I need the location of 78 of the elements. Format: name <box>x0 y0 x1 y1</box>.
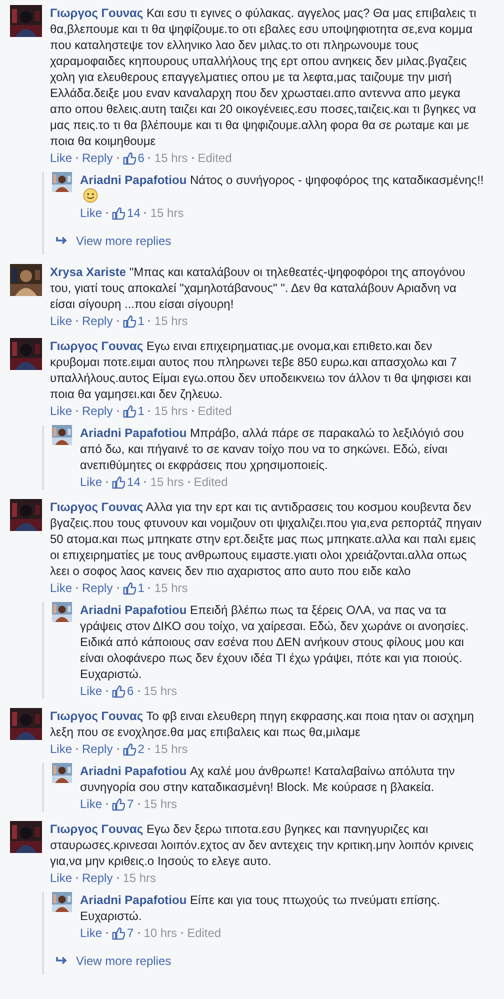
like-link[interactable]: Like <box>50 580 72 596</box>
like-link[interactable]: Like <box>50 403 72 419</box>
view-more-replies-link[interactable]: View more replies <box>52 947 172 975</box>
reply-link[interactable]: Reply <box>82 580 113 596</box>
author-name[interactable]: Ariadni Papafotiou <box>80 764 187 778</box>
reply-link[interactable]: Reply <box>82 150 113 166</box>
view-more-replies-link[interactable]: View more replies <box>52 227 172 255</box>
like-link[interactable]: Like <box>50 870 72 886</box>
like-link[interactable]: Like <box>50 741 72 757</box>
comment-text: Γιωργος Γουνας Το φβ ειναι ελευθερη πηγη εκφρασης.και ποια ηταν οι ασχημη λεξη που σε ενοχλησε.θα μας επιβαλεις και πως θα,μιλαμε <box>50 708 475 740</box>
author-name[interactable]: Xrysa Xariste <box>50 265 126 279</box>
like-link[interactable]: Like <box>80 796 102 812</box>
author-name[interactable]: Γιωργος Γουνας <box>50 709 144 723</box>
reply-link[interactable]: Reply <box>82 741 113 757</box>
like-count: 7 <box>127 925 134 941</box>
timestamp: 15 hrs <box>122 870 156 886</box>
comment-text: Γιωργος Γουνας Εγω ειναι επιχειρηματιας.με ονομα,και επιθετο.και δεν κρυβομαι ποτε.ειμαι αυτος που πληρωνει τεβε 850 ευρω.και απασχολω και 7 υπαλλήλους.αυτος Είμαι εγω.οπου δεν υποδεικνειω τον άλλον τι θα ψηφισει και ποια θα γαμησει.και δεν ζηλευω. <box>50 338 472 402</box>
like-count: 1 <box>138 313 144 329</box>
like-link[interactable]: Like <box>50 150 72 166</box>
like-count: 14 <box>127 474 140 490</box>
author-name[interactable]: Ariadni Papafotiou <box>80 173 187 187</box>
like-count: 1 <box>138 580 144 596</box>
thumbs-up-icon <box>112 926 126 940</box>
reply-arrow-icon <box>56 956 68 966</box>
like-count: 6 <box>127 683 134 699</box>
timestamp: 15 hrs <box>150 205 184 221</box>
thumbs-up-icon <box>112 476 126 488</box>
author-name[interactable]: Γιωργος Γουνας <box>50 339 144 353</box>
comment-text: Ariadni Papafotiou Νάτος ο συνήγορος - ψηφοφόρος της καταδικασμένης!! <box>80 172 484 204</box>
timestamp: 15 hrs <box>154 741 188 757</box>
timestamp: 15 hrs <box>154 150 188 166</box>
comment-text: Γιωργος Γουνας Και εσυ τι εγινες ο φύλακας. αγγελος μας? Θα μας επιβαλεις τι θα,βλεπουμε και τι θα ψηφίζουμε.το οτι εβαλες εσυ υποψηφιοτητα σε,ενα κομμα που καταληστεψε τον ελληνικο λαο δεν μιλας.το οτι πληρωνουμε τους χαραμοφαιδες κηπουρους υπαλλήλους της ερτ οπου ανηκεις δεν μιλας.βγαζεις χολη για ελευθερους επαγγελματιες οπου με τα λεφτα,μας ταιζουμε την μισή Ελλάδα.δειξε μου εναν καναλαρχη που δεν χρωσταει.απο αντεννα απο μεγκα απο οπου θελεις.αυτη ταιζει και 20 οικογένειες.εσυ ποσες,ταιζεις.και τι βγηκες να μας πεις.το τι θα βλέπουμε και τι θα ψηφιζουμε.αλλη φορα θα σε ρωταμε και με ποια θα κοιμηθουμε <box>50 5 478 149</box>
author-name[interactable]: Γιωργος Γουνας <box>50 822 144 836</box>
like-link[interactable]: Like <box>80 683 102 699</box>
timestamp: 15 hrs <box>154 580 188 596</box>
thumbs-up-icon <box>122 582 136 594</box>
thumbs-up-icon <box>112 798 126 810</box>
timestamp: 10 hrs <box>144 925 178 941</box>
timestamp: 15 hrs <box>150 474 184 490</box>
like-link[interactable]: Like <box>80 205 102 221</box>
timestamp: 15 hrs <box>144 796 178 812</box>
author-name[interactable]: Ariadni Papafotiou <box>80 426 187 440</box>
author-name[interactable]: Ariadni Papafotiou <box>80 603 187 617</box>
author-name[interactable]: Ariadni Papafotiou <box>80 893 187 907</box>
thumbs-up-icon <box>112 684 126 698</box>
thumbs-up-icon <box>122 404 136 418</box>
comment-text: Ariadni Papafotiou Είπε και για τους πτωχούς τω πνεύματι επίσης. Ευχαριστώ. <box>80 892 442 924</box>
timestamp: 15 hrs <box>154 313 188 329</box>
thumbs-up-icon <box>112 206 126 220</box>
thumbs-up-icon <box>122 152 136 164</box>
like-link[interactable]: Like <box>80 925 102 941</box>
reply-link[interactable]: Reply <box>82 403 113 419</box>
thumbs-up-icon <box>122 742 136 756</box>
reply-arrow-icon <box>56 236 68 246</box>
comment-text: Xrysa Xariste "Μπας και καταλάβουν οι τηλεθεατές-ψηφοφόροι της απογόνου του, γιατί τους αποκαλεί "χαμηλοτάβανους" ". Δεν θα καταλάβουν Αριαδνη να είσαι σίγουρη ...που είσαι σίγουρη! <box>50 264 466 312</box>
like-count: 2 <box>138 741 144 757</box>
comment-text: Γιωργος Γουνας Εγω δεν ξερω τιποτα.εσυ βγηκες και πανηγυριζες και σταυρωσες.κρινεσαι λοιπόν.εχτος αν δεν αντεχεις την κριτικη.μην λοιπόν κρινεις για,να μην κριθεις.ο Ιησούς το ελεγε αυτο. <box>50 821 475 869</box>
comment-text: Ariadni Papafotiou Μπράβο, αλλά πάρε σε παρακαλώ το λεξιλόγιό σου από δω, και πήγαινέ το σε καναν τοίχο που να το σηκώνει. Εδώ, είναι ανεπιθύμητες οι εκφράσεις που χρησιμοποιείς. <box>80 425 465 473</box>
like-link[interactable]: Like <box>80 474 102 490</box>
author-name[interactable]: Γιωργος Γουνας <box>50 500 144 514</box>
reply-link[interactable]: Reply <box>82 870 113 886</box>
like-count: 6 <box>138 150 144 166</box>
thumbs-up-icon <box>122 314 136 328</box>
edited-label: Edited <box>198 403 232 419</box>
comment-text: Ariadni Papafotiou Επειδή βλέπω πως τα ξέρεις ΟΛΑ, να πας να τα γράψεις στον ΔΙΚΟ σου τοίχο, να χαίρεσαι. Εδώ, δεν χωράνε οι ανοησίες. Ειδικά από κάποιους σαν εσένα που ΔΕΝ ανήκουν στους φίλους μου και είναι ολοφάνερο πως δεν έχουν ιδέα ΤΙ έχω γράψει, πότε και για ποιούς. Ευχαριστώ. <box>80 602 470 682</box>
like-link[interactable]: Like <box>50 313 72 329</box>
comment-text: Ariadni Papafotiou Αχ καλέ μου άνθρωπε! Καταλαβαίνω απόλυτα την συνηγορία σου στην καταδικασμένη! Block. Με κούρασε η βλακεία. <box>80 763 456 795</box>
edited-label: Edited <box>187 925 222 941</box>
like-count: 14 <box>127 205 140 221</box>
author-name[interactable]: Γιωργος Γουνας <box>50 6 144 20</box>
like-count: 7 <box>127 796 134 812</box>
edited-label: Edited <box>198 150 232 166</box>
timestamp: 15 hrs <box>154 403 188 419</box>
reply-link[interactable]: Reply <box>82 313 113 329</box>
like-count: 1 <box>138 403 144 419</box>
comment-text: Γιωργος Γουνας Αλλα για την ερτ και τις αντιδρασεις του κοσμου κουβεντα δεν βγαζεις.που τους φτυνουν και νομιζουν οτι ψιχαλιζει.που για,ενα ρεπορτάζ πηγαιν 50 ατομα.και πως μπηκατε στην ερτ.δειξτε μας πως μπηκατε.αλλα και παλι εμεις οι επιχειρηματίες με τους ανθρωπους ειμαστε.γιατι ολοι χρειάζονται.αλλα οπως λεει ο σοφος λαος κανεις δεν πιο αχαριστος απο αυτο που ειδε καλο <box>50 499 483 579</box>
edited-label: Edited <box>194 474 228 490</box>
timestamp: 15 hrs <box>144 683 178 699</box>
